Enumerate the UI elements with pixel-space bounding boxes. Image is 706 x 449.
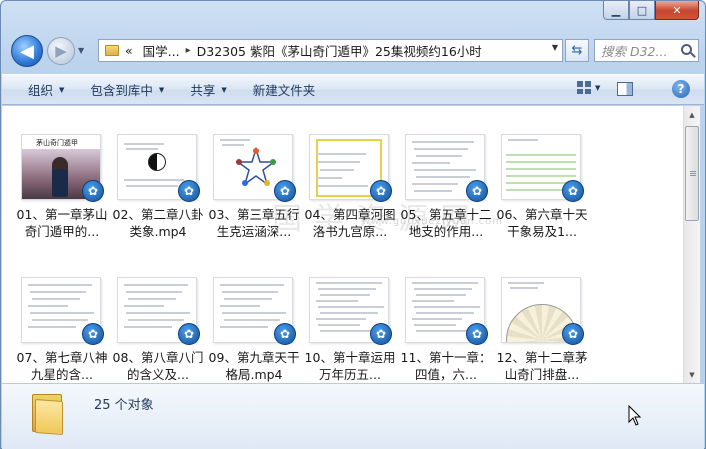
toolbar-label: 新建文件夹 [252,83,316,98]
breadcrumb-overflow[interactable]: « [125,43,133,58]
media-player-icon: ✿ [274,323,296,345]
file-name: 06、第六章十天干象易及1... [496,207,588,239]
preview-pane-icon[interactable] [617,82,633,96]
file-name: 04、第四章河图洛书九宫原... [304,207,396,239]
media-player-icon: ✿ [562,323,584,345]
include-in-library-menu[interactable]: 包含到库中 ▼ [77,80,177,99]
file-name: 12、第十二章茅山奇门排盘... [496,350,588,382]
chevron-down-icon: ▼ [221,85,227,94]
close-button[interactable]: ✕ [655,1,699,20]
organize-menu[interactable]: 组织 ▼ [2,80,77,99]
toolbar-label: 共享 [190,83,216,98]
file-item[interactable]: ✿ 02、第二章八卦类象.mp4 [112,132,208,275]
new-folder-button[interactable]: 新建文件夹 [240,80,329,99]
thumbnail-title: 茅山奇门遁甲 [36,139,78,147]
breadcrumb-item[interactable]: 国学... [143,41,180,60]
back-button[interactable]: ◀ [11,35,43,67]
file-item[interactable]: ✿ 06、第六章十天干象易及1... [496,132,592,275]
maximize-button[interactable]: □ [629,1,655,20]
search-input[interactable]: 搜索 D32... [594,39,699,62]
details-pane: 25 个对象 [2,383,704,449]
file-name: 03、第三章五行生克运涵深... [208,207,300,239]
toolbar-label: 包含到库中 [90,83,153,98]
scroll-down-icon[interactable]: ▼ [684,366,700,383]
chevron-down-icon: ▼ [158,85,165,94]
view-grid-icon [577,81,591,94]
search-placeholder: 搜索 D32... [601,44,668,59]
file-item[interactable]: ✿ 07、第七章八神九星的含... [16,275,112,383]
scrollbar-thumb[interactable] [685,126,699,221]
file-grid: 茅山奇门遁甲 ✿ 01、第一章茅山奇门遁甲的... ✿ 02、第二章八卦类象.mp4 ✿ 0… [16,132,592,383]
minimize-button[interactable]: ▁ [603,1,629,20]
file-name: 11、第十一章：四值，六... [400,350,492,382]
file-name: 08、第八章八门的含义及... [112,350,204,382]
media-player-icon: ✿ [466,323,488,345]
address-bar[interactable]: « 国学... ▸ D32305 紫阳《茅山奇门遁甲》25集视频约16小时 ▼ [98,39,563,62]
media-player-icon: ✿ [274,180,296,202]
vertical-scrollbar[interactable]: ▲ ▼ [683,106,700,383]
media-player-icon: ✿ [370,323,392,345]
grip-icon [690,171,696,177]
file-item[interactable]: ✿ 09、第九章天干格局.mp4 [208,275,304,383]
forward-arrow-icon: ▶ [55,42,67,60]
change-view-button[interactable]: ▼ [577,81,600,94]
folder-icon [30,390,66,435]
forward-button[interactable]: ▶ [47,37,75,65]
media-player-icon: ✿ [82,180,104,202]
media-player-icon: ✿ [178,180,200,202]
navigation-bar: ◀ ▶ ▼ « 国学... ▸ D32305 紫阳《茅山奇门遁甲》25集视频约1… [1,31,706,71]
file-item[interactable]: ✿ 05、第五章十二地支的作用... [400,132,496,275]
address-dropdown-icon[interactable]: ▼ [552,43,558,52]
file-item[interactable]: ✿ 12、第十二章茅山奇门排盘... [496,275,592,383]
back-arrow-icon: ◀ [20,40,34,62]
recent-pages-button[interactable]: ▼ [78,46,84,55]
file-name: 02、第二章八卦类象.mp4 [112,207,204,239]
media-player-icon: ✿ [370,180,392,202]
file-name: 01、第一章茅山奇门遁甲的... [16,207,108,239]
breadcrumb-separator-icon[interactable]: ▸ [186,45,191,56]
chevron-down-icon: ▼ [59,85,65,94]
help-icon[interactable]: ? [672,80,690,98]
media-player-icon: ✿ [562,180,584,202]
file-item[interactable]: ✿ 11、第十一章：四值，六... [400,275,496,383]
refresh-button[interactable]: ⇆ [565,39,589,62]
file-item[interactable]: ✿ 04、第四章河图洛书九宫原... [304,132,400,275]
breadcrumb-item[interactable]: D32305 紫阳《茅山奇门遁甲》25集视频约16小时 [197,41,482,60]
file-name: 05、第五章十二地支的作用... [400,207,492,239]
caption-buttons: ▁ □ ✕ [603,1,699,20]
file-item[interactable]: 茅山奇门遁甲 ✿ 01、第一章茅山奇门遁甲的... [16,132,112,275]
item-count: 25 个对象 [94,398,154,413]
file-item[interactable]: ✿ 03、第三章五行生克运涵深... [208,132,304,275]
folder-icon [105,45,119,56]
file-item[interactable]: ✿ 08、第八章八门的含义及... [112,275,208,383]
command-bar: 组织 ▼ 包含到库中 ▼ 共享 ▼ 新建文件夹 ▼ ? [2,74,704,105]
media-player-icon: ✿ [82,323,104,345]
chevron-down-icon: ▼ [595,83,601,92]
media-player-icon: ✿ [466,180,488,202]
share-menu[interactable]: 共享 ▼ [177,80,239,99]
file-name: 07、第七章八神九星的含... [16,350,108,382]
file-name: 10、第十章运用万年历五... [304,350,396,382]
toolbar-label: 组织 [28,83,54,98]
scroll-up-icon[interactable]: ▲ [684,106,700,123]
search-icon[interactable] [681,44,692,55]
file-item[interactable]: ✿ 10、第十章运用万年历五... [304,275,400,383]
explorer-window: ▁ □ ✕ ◀ ▶ ▼ « 国学... ▸ D32305 紫阳《茅山奇门遁甲》2… [0,0,706,449]
media-player-icon: ✿ [178,323,200,345]
file-list-area[interactable]: 国学资源网 www.guoxueziyuan.com 茅山奇门遁甲 ✿ 01、第一章… [2,106,683,383]
file-name: 09、第九章天干格局.mp4 [208,350,300,382]
